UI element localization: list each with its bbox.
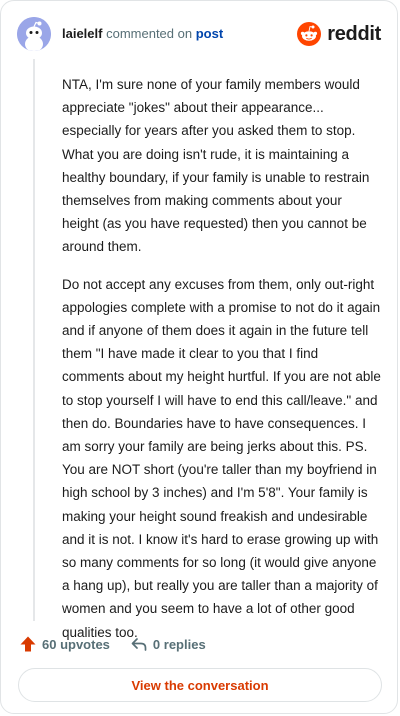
comment-card: laielelf commented on post reddit NTA, I… (0, 0, 398, 714)
upvote-button[interactable]: 60 upvotes (19, 635, 110, 653)
view-conversation-button[interactable]: View the conversation (18, 668, 382, 702)
comment-paragraph: NTA, I'm sure none of your family member… (62, 77, 370, 255)
view-conversation-label: View the conversation (131, 677, 269, 693)
replies-button[interactable]: 0 replies (130, 635, 206, 653)
comment-header: laielelf commented on post reddit (17, 17, 381, 51)
reply-count: 0 replies (152, 636, 206, 652)
comment-paragraph: Do not accept any excuses from them, onl… (62, 276, 381, 640)
comment-verb: commented on (106, 26, 193, 41)
user-avatar[interactable] (17, 17, 51, 51)
upvote-arrow-icon (20, 636, 36, 652)
post-link[interactable]: post (196, 26, 223, 41)
thread-line (33, 59, 35, 621)
comment-meta: laielelf commented on post (62, 26, 223, 42)
reddit-logo[interactable]: reddit (297, 22, 381, 46)
comment-actions: 60 upvotes 0 replies (19, 633, 206, 655)
comment-body: NTA, I'm sure none of your family member… (62, 73, 382, 658)
reddit-snoo-icon (297, 22, 322, 46)
upvote-count: 60 upvotes (42, 636, 110, 652)
username-link[interactable]: laielelf (62, 26, 102, 41)
snoo-avatar-icon (17, 17, 51, 51)
reddit-wordmark: reddit (327, 22, 381, 45)
reply-arrow-icon (131, 638, 147, 651)
